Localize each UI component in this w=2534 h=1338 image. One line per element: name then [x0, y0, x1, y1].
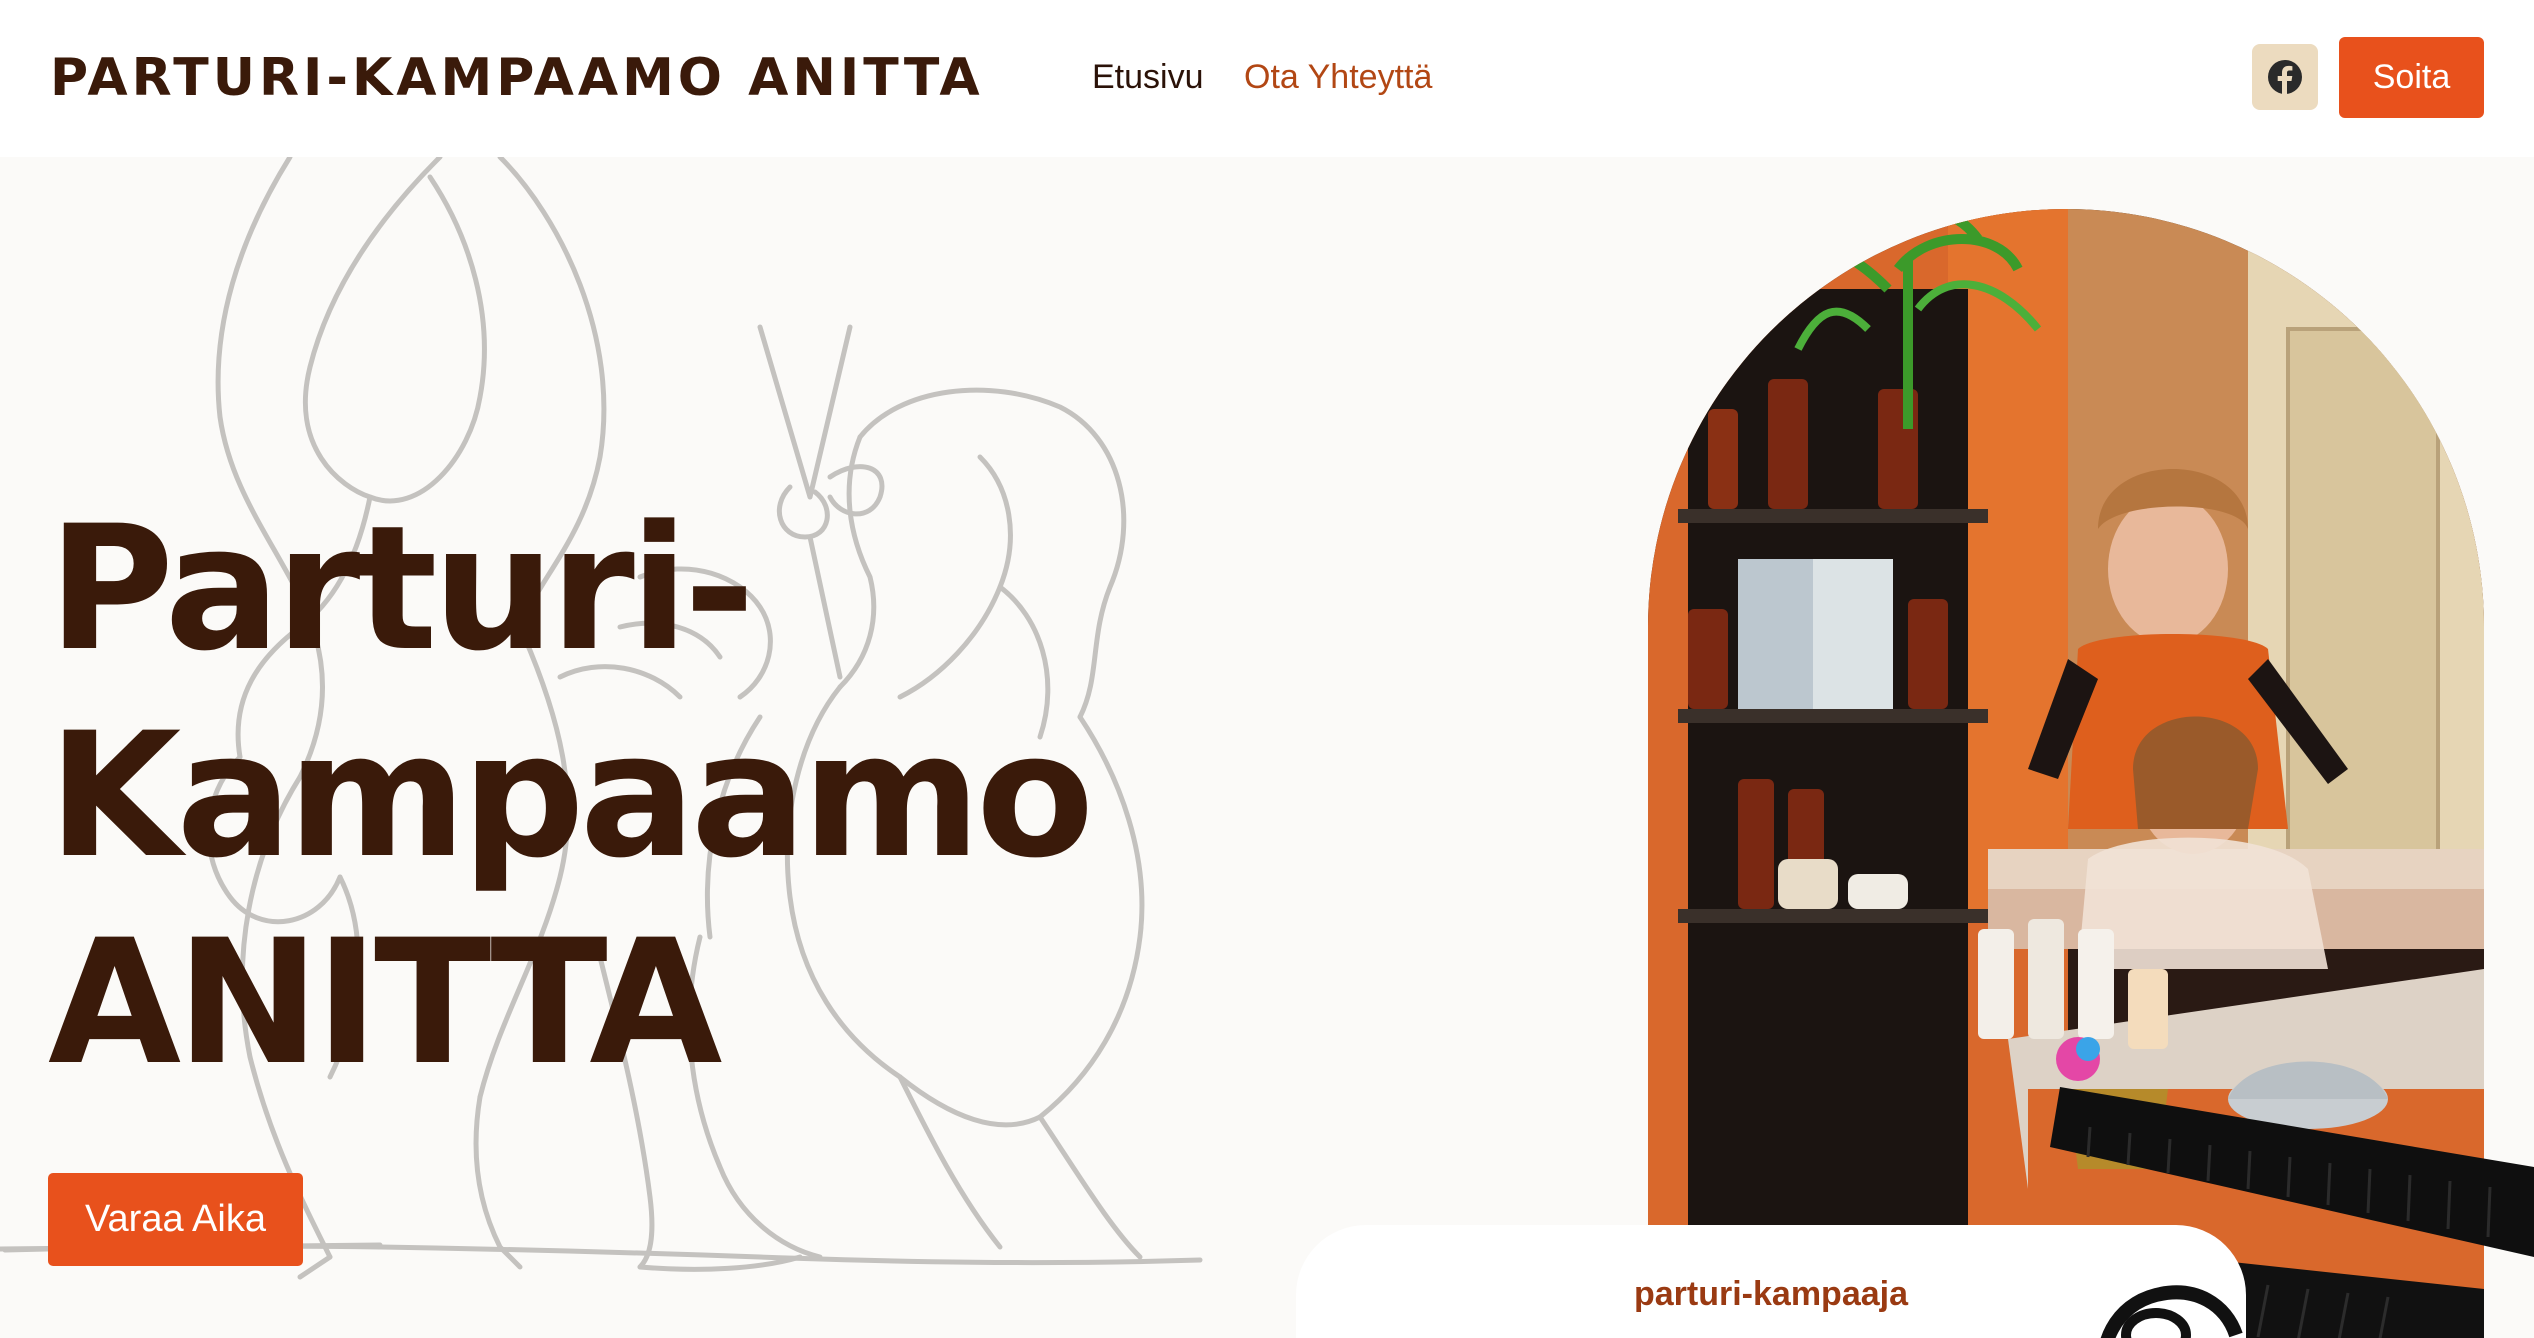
- nav-link-etusivu[interactable]: Etusivu: [1092, 58, 1204, 97]
- hero-title-line-1: Parturi-: [48, 488, 755, 689]
- hero-title: Parturi- Kampaamo ANITTA: [48, 485, 1094, 1106]
- hero-title-line-2: Kampaamo: [48, 695, 1094, 896]
- nav-link-ota-yhteytta[interactable]: Ota Yhteyttä: [1244, 58, 1432, 97]
- facebook-icon: [2268, 60, 2302, 95]
- hero-title-line-3: ANITTA: [48, 902, 722, 1103]
- site-header: PARTURI-KAMPAAMO ANITTA Etusivu Ota Yhte…: [0, 0, 2534, 157]
- scissors-icon: [2100, 1285, 2243, 1338]
- brand-logo[interactable]: PARTURI-KAMPAAMO ANITTA: [50, 48, 984, 108]
- profession-card: parturi-kampaaja: [1296, 1225, 2246, 1338]
- facebook-button[interactable]: [2252, 44, 2318, 110]
- hero-section: Parturi- Kampaamo ANITTA Varaa Aika part…: [0, 157, 2534, 1338]
- call-button[interactable]: Soita: [2339, 37, 2484, 118]
- book-appointment-button[interactable]: Varaa Aika: [48, 1173, 303, 1266]
